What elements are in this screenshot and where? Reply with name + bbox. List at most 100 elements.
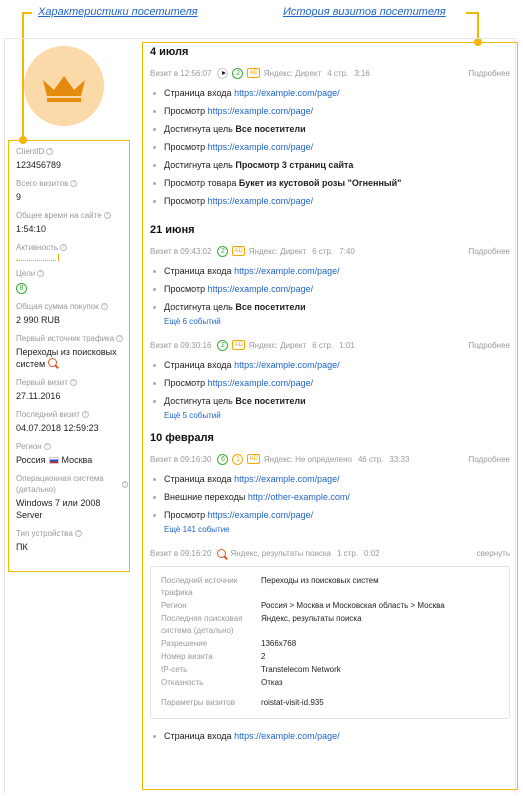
event-row: Страница входа https://example.com/page/ — [150, 262, 510, 280]
help-icon[interactable]: ? — [37, 270, 45, 277]
event-row: Достигнута цель Все посетители — [150, 120, 510, 138]
activity-graph — [16, 254, 59, 261]
visit-header[interactable]: Визит в 09:43:02 2 AD Яндекс: Директ 6 с… — [150, 244, 510, 258]
detail-row: Последний источник трафика Переходы из по… — [161, 576, 379, 597]
visit-header[interactable]: Визит в 12:56:07 2 AD Яндекс: Директ 4 с… — [150, 66, 510, 80]
last-visit-value: 04.07.2018 12:59:23 — [16, 423, 99, 433]
help-icon[interactable]: ? — [69, 379, 77, 386]
help-icon[interactable]: ? — [116, 335, 124, 342]
event-row: Просмотр https://example.com/page/ — [150, 102, 510, 120]
play-icon[interactable] — [217, 67, 229, 79]
help-icon[interactable]: ? — [103, 212, 111, 219]
goal-name: Просмотр 3 страниц сайта — [235, 160, 354, 170]
page-link[interactable]: https://example.com/page/ — [234, 360, 340, 370]
help-icon[interactable]: ? — [81, 411, 89, 418]
annotation-visit-history: История визитов посетителя — [283, 6, 446, 18]
goals-secondary-badge[interactable]: 1 — [232, 453, 244, 465]
field-purchases: Общая сумма покупок? 2 990 RUB — [16, 301, 128, 326]
visit-duration: 0:02 — [364, 548, 380, 558]
visit-time: Визит в 09:43:02 — [150, 246, 212, 256]
goal-name: Все посетители — [235, 124, 306, 134]
collapse-link[interactable]: свернуть — [477, 549, 510, 558]
page-link[interactable]: https://example.com/page/ — [208, 196, 314, 206]
page-link[interactable]: https://example.com/page/ — [208, 378, 314, 388]
search-icon — [47, 358, 57, 367]
goals-badge[interactable]: 6 — [217, 453, 229, 465]
time-value: 1:54:10 — [16, 224, 47, 234]
help-icon[interactable]: ? — [70, 180, 78, 187]
more-events-link[interactable]: Ещё 6 событий — [150, 316, 510, 328]
visits-value: 9 — [16, 192, 22, 202]
detail-row: Номер визита 2 — [161, 652, 266, 661]
visit-source: Яндекс: Директ — [263, 68, 322, 78]
details-link[interactable]: Подробнее — [469, 69, 511, 78]
page-link[interactable]: https://example.com/page/ — [234, 266, 340, 276]
date-heading: 10 февраля — [150, 432, 214, 444]
event-row: Страница входа https://example.com/page/ — [150, 470, 510, 488]
page-link[interactable]: https://example.com/page/ — [208, 284, 314, 294]
help-icon[interactable]: ? — [60, 244, 68, 251]
page-link[interactable]: https://example.com/page/ — [234, 731, 340, 741]
goals-badge[interactable]: 8 — [16, 283, 27, 294]
page-link[interactable]: https://example.com/page/ — [234, 474, 340, 484]
date-heading: 4 июля — [150, 46, 189, 58]
product-name: Букет из кустовой розы "Огненный" — [238, 178, 402, 188]
goals-badge[interactable]: 2 — [217, 339, 229, 351]
field-region: Регион? Россия Москва — [16, 441, 128, 466]
external-link[interactable]: http://other-example.com/ — [248, 492, 350, 502]
visit-pages: 6 стр. — [312, 340, 334, 350]
help-icon[interactable]: ? — [46, 148, 54, 155]
more-events-link[interactable]: Ещё 5 событий — [150, 410, 510, 422]
page-link[interactable]: https://example.com/page/ — [234, 88, 340, 98]
help-icon[interactable]: ? — [43, 443, 51, 450]
date-heading: 21 июня — [150, 224, 195, 236]
visit-source: Яндекс: Не определено — [263, 454, 352, 464]
more-events-link[interactable]: Ещё 141 событие — [150, 524, 510, 536]
details-link[interactable]: Подробнее — [469, 455, 511, 464]
last-visit-label: Последний визит — [16, 410, 80, 419]
detail-row: Отказность Отказ — [161, 678, 283, 687]
purchases-label: Общая сумма покупок — [16, 302, 99, 311]
details-link[interactable]: Подробнее — [469, 341, 511, 350]
event-list: Страница входа https://example.com/page/… — [150, 356, 510, 410]
visit-duration: 1:01 — [339, 340, 355, 350]
time-label: Общее время на сайте — [16, 211, 102, 220]
event-row: Просмотр https://example.com/page/ — [150, 138, 510, 156]
russia-flag-icon — [48, 457, 59, 465]
crown-icon — [43, 76, 85, 102]
help-icon[interactable]: ? — [122, 480, 128, 488]
visit-pages: 4 стр. — [327, 68, 349, 78]
event-row: Страница входа https://example.com/page/ — [150, 356, 510, 374]
first-visit-value: 27.11.2016 — [16, 391, 61, 401]
visit-source: Яндекс: Директ — [248, 246, 307, 256]
field-first-source: Первый источник трафика? Переходы из пои… — [16, 333, 128, 370]
day-section: 21 июня Визит в 09:43:02 2 AD Яндекс: Ди… — [150, 224, 510, 422]
visit-header[interactable]: Визит в 09:16:20 Яндекс, результаты поис… — [150, 546, 510, 560]
event-row: Просмотр товара Букет из кустовой розы "… — [150, 174, 510, 192]
details-link[interactable]: Подробнее — [469, 247, 511, 256]
device-value: ПК — [16, 542, 28, 552]
field-activity: Активность? — [16, 242, 128, 261]
goals-badge[interactable]: 2 — [232, 67, 244, 79]
help-icon[interactable]: ? — [100, 303, 108, 310]
event-row: Просмотр https://example.com/page/ — [150, 280, 510, 298]
day-section: 4 июля Визит в 12:56:07 2 AD Яндекс: Дир… — [150, 46, 510, 210]
goals-badge[interactable]: 2 — [217, 245, 229, 257]
event-row: Страница входа https://example.com/page/ — [150, 84, 510, 102]
visit-header[interactable]: Визит в 09:16:30 6 1 AD Яндекс: Не опред… — [150, 452, 510, 466]
visit-source: Яндекс: Директ — [248, 340, 307, 350]
event-row: Внешние переходы http://other-example.co… — [150, 488, 510, 506]
help-icon[interactable]: ? — [74, 530, 82, 537]
visit-header[interactable]: Визит в 09:30:16 2 AD Яндекс: Директ 6 с… — [150, 338, 510, 352]
visit-pages: 46 стр. — [357, 454, 384, 464]
detail-row: Последняя поисковая система (детально) Ян… — [161, 614, 362, 635]
page-link[interactable]: https://example.com/page/ — [208, 106, 314, 116]
first-source-label: Первый источник трафика — [16, 334, 115, 343]
visit-details: Последний источник трафика Переходы из по… — [150, 566, 510, 719]
page-link[interactable]: https://example.com/page/ — [208, 510, 314, 520]
page-link[interactable]: https://example.com/page/ — [208, 142, 314, 152]
annotation-visitor-characteristics: Характеристики посетителя — [38, 6, 198, 18]
activity-label: Активность — [16, 243, 59, 252]
field-time: Общее время на сайте? 1:54:10 — [16, 210, 128, 235]
event-list: Страница входа https://example.com/page/… — [150, 262, 510, 316]
